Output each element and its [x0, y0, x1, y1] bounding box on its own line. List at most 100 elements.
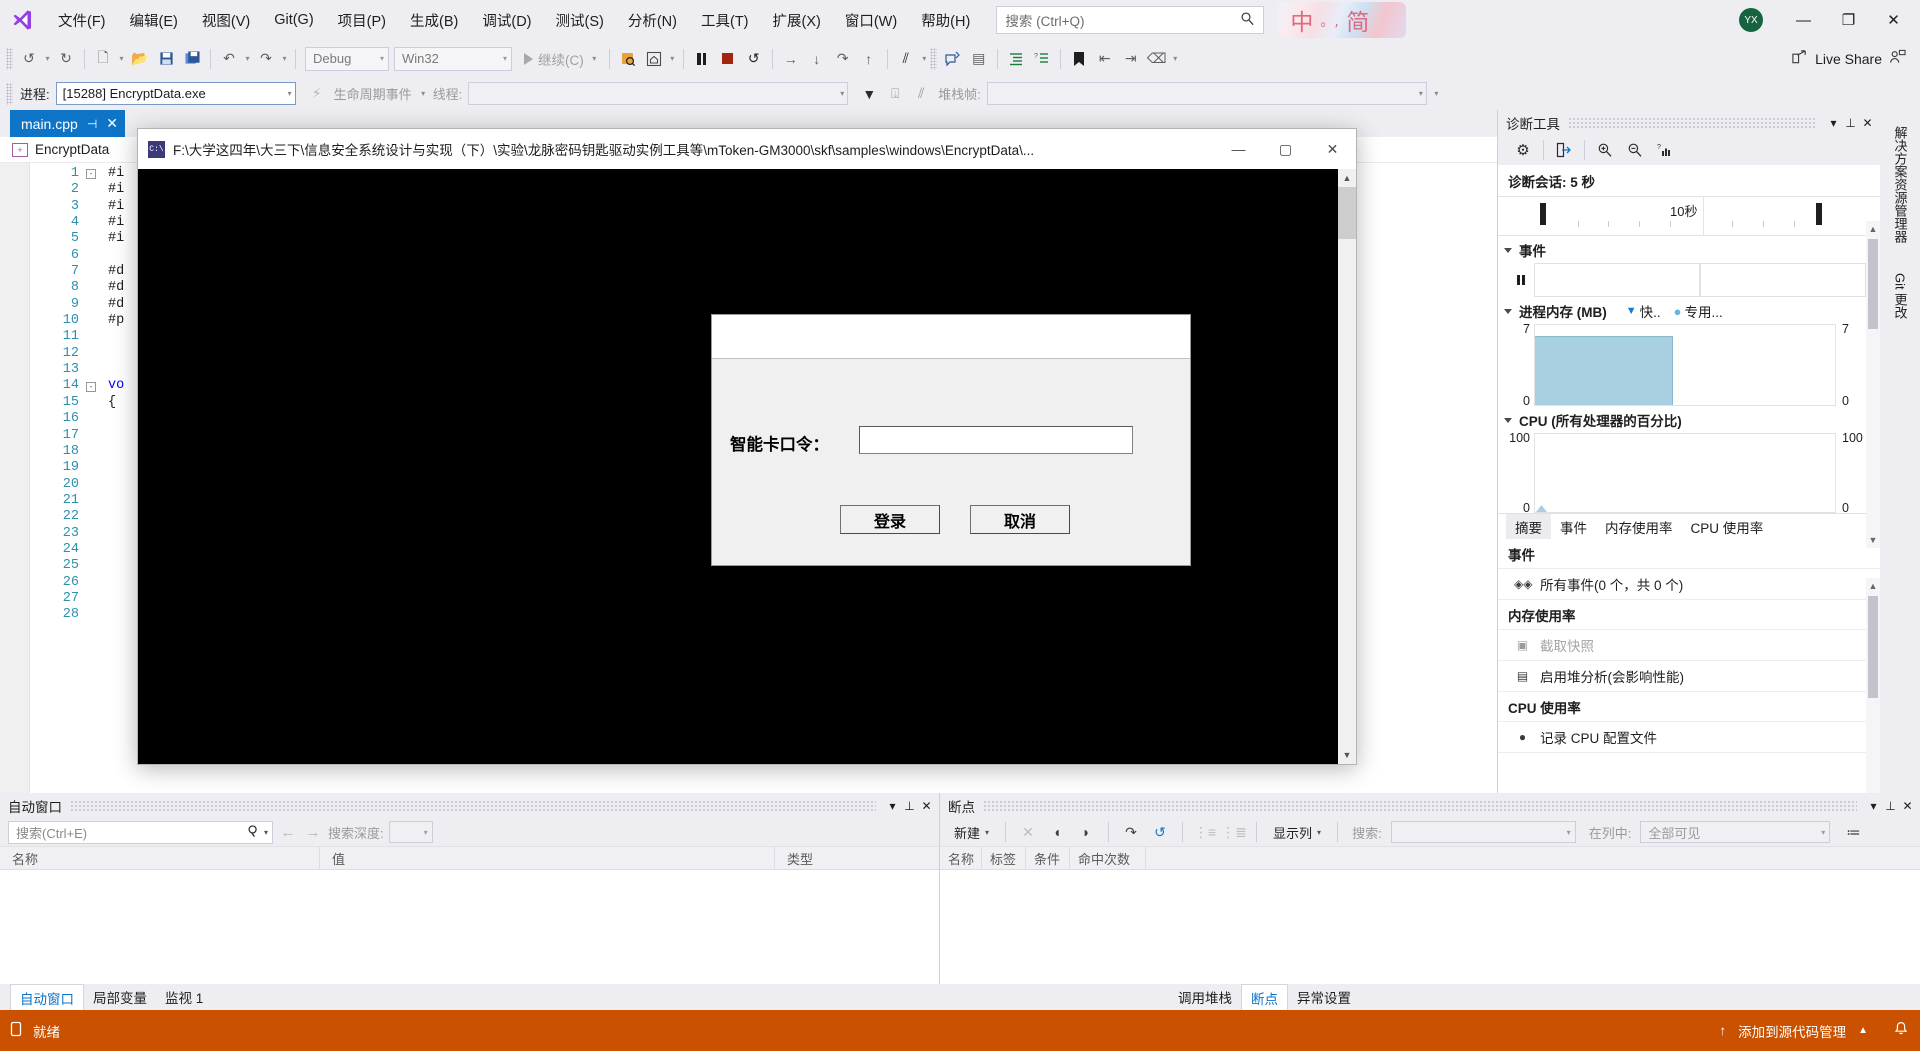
reset-zoom-icon[interactable]: ?	[1650, 137, 1680, 163]
smartcard-login-dialog[interactable]: 智能卡口令： 登录 取消	[711, 314, 1191, 566]
pin-icon[interactable]: ⊥	[901, 799, 918, 813]
show-columns-button[interactable]: 显示列 ▾	[1267, 821, 1327, 844]
uncomment-icon[interactable]: ▤	[966, 46, 992, 72]
close-icon[interactable]: ✕	[106, 115, 118, 132]
header-drag-dots[interactable]	[983, 800, 1857, 811]
vtab-solution-explorer[interactable]: 解决方案资源管理器	[1888, 118, 1912, 251]
summary-row[interactable]: ◈◈ 所有事件(0 个，共 0 个)	[1498, 569, 1880, 600]
import-breakpoints-icon[interactable]: ↺	[1148, 821, 1172, 844]
new-project-caret-icon[interactable]: ▾	[116, 54, 127, 63]
menu-debug[interactable]: 调试(D)	[470, 4, 543, 37]
column-hit-count[interactable]: 命中次数	[1070, 847, 1146, 869]
console-window[interactable]: C:\ F:\大学这四年\大三下\信息安全系统设计与实现（下）\实验\龙脉密码钥…	[137, 128, 1357, 765]
console-maximize-button[interactable]: ▢	[1262, 130, 1309, 169]
menu-git[interactable]: Git(G)	[262, 6, 325, 34]
bell-icon[interactable]	[1894, 1021, 1908, 1040]
chevron-down-icon[interactable]: ▾	[1865, 799, 1882, 813]
breadcrumb-project[interactable]: EncryptData	[35, 142, 109, 157]
tab-memory-usage[interactable]: 内存使用率	[1596, 514, 1682, 539]
header-drag-dots[interactable]	[1568, 117, 1817, 128]
search-previous-icon[interactable]: ←	[278, 824, 298, 841]
pin-icon[interactable]: ⊥	[1882, 799, 1899, 813]
tab-events[interactable]: 事件	[1551, 514, 1596, 539]
redo-caret-icon[interactable]: ▾	[279, 54, 290, 63]
vtab-git-changes[interactable]: Git 更改	[1888, 265, 1912, 328]
password-input[interactable]	[859, 426, 1133, 454]
menu-build[interactable]: 生成(B)	[398, 4, 470, 37]
go-to-disassembly-icon[interactable]: ⋮≣	[1221, 821, 1247, 844]
show-next-statement-icon[interactable]: →	[778, 46, 804, 72]
continue-button[interactable]: 继续(C) ▾	[520, 49, 604, 69]
column-label[interactable]: 标签	[982, 847, 1026, 869]
stackframe-combo[interactable]: ▾	[986, 82, 1427, 105]
maximize-button[interactable]: ❐	[1826, 0, 1871, 40]
tab-cpu-usage[interactable]: CPU 使用率	[1682, 514, 1773, 539]
thread-combo[interactable]: ▾	[468, 82, 849, 105]
procbar-grip[interactable]	[6, 82, 13, 105]
close-icon[interactable]: ✕	[1899, 799, 1916, 813]
menu-help[interactable]: 帮助(H)	[909, 4, 982, 37]
pin-icon[interactable]: ⊥	[1842, 116, 1859, 130]
console-title-bar[interactable]: C:\ F:\大学这四年\大三下\信息安全系统设计与实现（下）\实验\龙脉密码钥…	[138, 129, 1356, 169]
zoom-in-icon[interactable]	[1590, 137, 1620, 163]
bp-incolumns-combo[interactable]: 全部可见 ▾	[1640, 821, 1831, 843]
filter-icon[interactable]: ▼	[856, 81, 882, 107]
close-button[interactable]: ✕	[1871, 0, 1916, 40]
cancel-button[interactable]: 取消	[970, 505, 1070, 534]
fold-marker[interactable]: -	[86, 166, 102, 182]
btab-exception-settings[interactable]: 异常设置	[1288, 984, 1360, 1010]
bookmark-icon[interactable]	[1066, 46, 1092, 72]
toolbar-grip-2[interactable]	[929, 47, 937, 70]
btab-call-stack[interactable]: 调用堆栈	[1169, 984, 1241, 1010]
console-close-button[interactable]: ✕	[1309, 130, 1356, 169]
menu-view[interactable]: 视图(V)	[190, 4, 262, 37]
disable-all-breakpoints-icon[interactable]: ◖	[1045, 821, 1069, 844]
export-breakpoints-icon[interactable]: ↷	[1119, 821, 1143, 844]
menu-project[interactable]: 项目(P)	[326, 4, 398, 37]
restart-icon[interactable]: ↺	[741, 46, 767, 72]
navigate-back-caret-icon[interactable]: ▾	[42, 54, 53, 63]
console-scrollbar[interactable]: ▲ ▼	[1338, 169, 1356, 764]
summary-row[interactable]: ▤ 启用堆分析(会影响性能)	[1498, 661, 1880, 692]
search-options-caret-icon[interactable]: ▾	[264, 828, 268, 837]
redo-icon[interactable]: ↷	[253, 46, 279, 72]
save-all-icon[interactable]	[179, 46, 205, 72]
stop-debug-icon[interactable]	[715, 46, 741, 72]
avatar[interactable]: YX	[1739, 8, 1763, 32]
header-drag-dots[interactable]	[70, 800, 876, 811]
tab-main-cpp[interactable]: main.cpp ⊣ ✕	[10, 110, 125, 137]
menu-analyze[interactable]: 分析(N)	[616, 4, 689, 37]
toolbar-grip[interactable]	[6, 47, 13, 70]
console-output-area[interactable]: 智能卡口令： 登录 取消	[138, 169, 1338, 764]
summary-row[interactable]: ● 记录 CPU 配置文件	[1498, 722, 1880, 753]
bookmarks-caret-icon[interactable]: ▾	[1170, 54, 1181, 63]
autos-search-input[interactable]: 搜索(Ctrl+E) ▾	[8, 820, 273, 844]
events-group-header[interactable]: 事件	[1498, 236, 1880, 263]
step-over-icon[interactable]: ↷	[830, 46, 856, 72]
btab-locals[interactable]: 局部变量	[84, 984, 156, 1010]
menu-tools[interactable]: 工具(T)	[689, 4, 761, 37]
scroll-up-icon[interactable]: ▲	[1866, 578, 1880, 594]
chevron-down-icon[interactable]: ▾	[884, 799, 901, 813]
tab-summary[interactable]: 摘要	[1506, 514, 1551, 539]
search-next-icon[interactable]: →	[303, 824, 323, 841]
close-icon[interactable]: ✕	[918, 799, 935, 813]
step-out-icon[interactable]: ↑	[856, 46, 882, 72]
btab-autos[interactable]: 自动窗口	[10, 984, 84, 1010]
scroll-up-icon[interactable]: ▲	[1338, 169, 1356, 187]
source-control-label[interactable]: 添加到源代码管理	[1738, 1021, 1846, 1041]
threads-caret-icon[interactable]: ▾	[919, 54, 930, 63]
login-button[interactable]: 登录	[840, 505, 940, 534]
timeline-start-marker[interactable]	[1540, 203, 1546, 225]
zoom-out-icon[interactable]	[1620, 137, 1650, 163]
export-icon[interactable]	[1549, 137, 1579, 163]
new-breakpoint-button[interactable]: 新建 ▾	[948, 821, 995, 844]
scroll-down-icon[interactable]: ▼	[1338, 746, 1356, 764]
process-combo[interactable]: [15288] EncryptData.exe ▾	[55, 82, 296, 105]
comment-icon[interactable]	[940, 46, 966, 72]
minimize-button[interactable]: —	[1781, 0, 1826, 40]
breakpoint-settings-icon[interactable]: ≔	[1841, 821, 1865, 844]
new-project-icon[interactable]: 🗋	[90, 46, 116, 72]
previous-bookmark-icon[interactable]: ⇤	[1092, 46, 1118, 72]
configuration-combo[interactable]: Debug ▾	[305, 46, 389, 71]
